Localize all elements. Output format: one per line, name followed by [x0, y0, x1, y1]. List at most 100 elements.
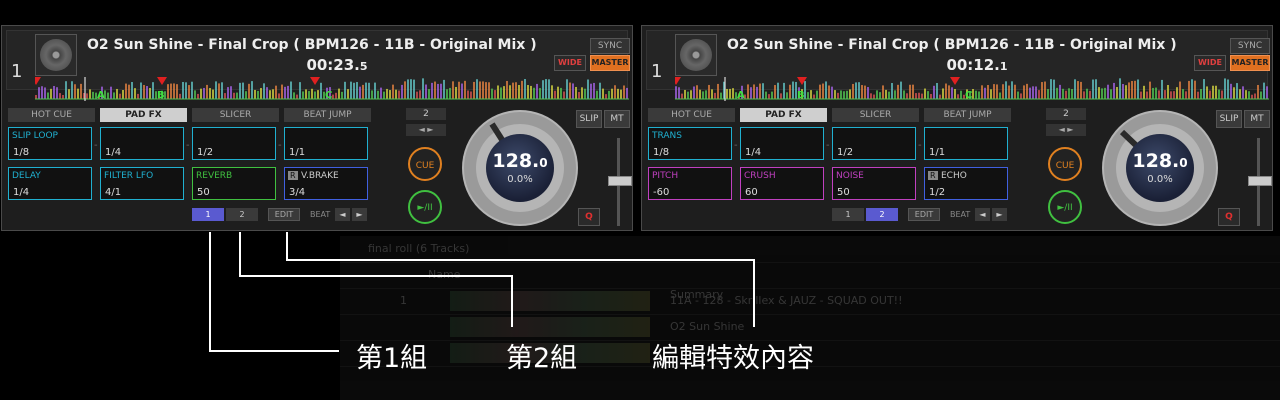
- pad-3[interactable]: 1/2: [832, 127, 916, 160]
- pad-8[interactable]: R ECHO 1/2: [924, 167, 1008, 200]
- waveform-bar: [89, 89, 91, 99]
- waveform-bar: [488, 82, 490, 99]
- disc-icon: [680, 39, 712, 71]
- waveform-bar: [611, 88, 613, 99]
- waveform-bar: [314, 91, 316, 99]
- tab-beat-jump[interactable]: BEAT JUMP: [924, 108, 1011, 122]
- master-button[interactable]: MASTER: [590, 55, 630, 71]
- waveform-bar: [729, 88, 731, 99]
- play-pause-button[interactable]: ►/II: [408, 190, 442, 224]
- waveform-overview[interactable]: A B C: [671, 77, 1269, 101]
- waveform-bar: [825, 81, 827, 99]
- sync-button[interactable]: SYNC: [590, 38, 630, 54]
- waveform-bar: [440, 83, 442, 99]
- pad-bank-2-button[interactable]: 2: [866, 208, 898, 221]
- waveform-bar: [1146, 91, 1148, 99]
- pad-4[interactable]: 1/1: [924, 127, 1008, 160]
- waveform-bar: [401, 84, 403, 99]
- quantize-button[interactable]: Q: [578, 208, 600, 226]
- waveform-bar: [900, 81, 902, 99]
- waveform-bar: [1044, 81, 1046, 99]
- pad-2[interactable]: 1/4: [100, 127, 184, 160]
- loop-length[interactable]: 2: [406, 108, 446, 120]
- waveform-bar: [119, 93, 121, 99]
- master-tempo-button[interactable]: MT: [1244, 110, 1270, 128]
- pad-5[interactable]: PITCH -60: [648, 167, 732, 200]
- waveform-bar: [215, 81, 217, 99]
- pad-1[interactable]: SLIP LOOP 1/8: [8, 127, 92, 160]
- pad-7[interactable]: REVERB 50: [192, 167, 276, 200]
- waveform-bar: [449, 87, 451, 99]
- slip-button[interactable]: SLIP: [1216, 110, 1242, 128]
- tab-slicer[interactable]: SLICER: [832, 108, 919, 122]
- pad-6[interactable]: CRUSH 60: [740, 167, 824, 200]
- edit-button[interactable]: EDIT: [268, 208, 300, 221]
- pad-link: -: [186, 140, 190, 151]
- jog-wheel[interactable]: 128.0 0.0%: [462, 110, 578, 226]
- waveform-bar: [1200, 89, 1202, 99]
- pad-3[interactable]: 1/2: [192, 127, 276, 160]
- tempo-slider[interactable]: [608, 176, 632, 186]
- pad-value: 1/1: [929, 147, 946, 158]
- waveform-bar: [984, 87, 986, 99]
- pad-2[interactable]: 1/4: [740, 127, 824, 160]
- waveform-overview[interactable]: A B C: [31, 77, 629, 101]
- pad-4[interactable]: 1/1: [284, 127, 368, 160]
- pad-5[interactable]: DELAY 1/4: [8, 167, 92, 200]
- tab-pad-fx[interactable]: PAD FX: [100, 108, 187, 122]
- sync-button[interactable]: SYNC: [1230, 38, 1270, 54]
- pad-1[interactable]: TRANS 1/8: [648, 127, 732, 160]
- cue-button[interactable]: CUE: [408, 147, 442, 181]
- waveform-bar: [777, 82, 779, 99]
- beat-left-button[interactable]: ◄: [335, 208, 350, 221]
- waveform-bar: [909, 84, 911, 99]
- waveform-bar: [1203, 79, 1205, 99]
- pad-bank-1-button[interactable]: 1: [832, 208, 864, 221]
- waveform-bar: [849, 89, 851, 99]
- waveform-bar: [398, 90, 400, 99]
- waveform-bar: [1257, 84, 1259, 99]
- waveform-bar: [1221, 90, 1223, 99]
- pad-bank-2-button[interactable]: 2: [226, 208, 258, 221]
- waveform-bar: [44, 87, 46, 99]
- pad-6[interactable]: FILTER LFO 4/1: [100, 167, 184, 200]
- waveform-bar: [50, 88, 52, 99]
- pad-bank-1-button[interactable]: 1: [192, 208, 224, 221]
- quantize-button[interactable]: Q: [1218, 208, 1240, 226]
- play-pause-button[interactable]: ►/II: [1048, 190, 1082, 224]
- loop-adjust-buttons[interactable]: ◄ ►: [406, 124, 446, 136]
- waveform-bar: [813, 94, 815, 99]
- waveform-bar: [503, 86, 505, 99]
- loop-length[interactable]: 2: [1046, 108, 1086, 120]
- cue-button[interactable]: CUE: [1048, 147, 1082, 181]
- jog-wheel[interactable]: 128.0 0.0%: [1102, 110, 1218, 226]
- pad-7[interactable]: NOISE 50: [832, 167, 916, 200]
- edit-button[interactable]: EDIT: [908, 208, 940, 221]
- waveform-bar: [617, 88, 619, 99]
- beat-right-button[interactable]: ►: [352, 208, 367, 221]
- waveform-bar: [578, 91, 580, 99]
- tab-slicer[interactable]: SLICER: [192, 108, 279, 122]
- waveform-bar: [209, 88, 211, 99]
- waveform-bar: [554, 90, 556, 99]
- master-tempo-button[interactable]: MT: [604, 110, 630, 128]
- waveform-bar: [254, 89, 256, 99]
- pad-link: -: [94, 140, 98, 151]
- beat-right-button[interactable]: ►: [992, 208, 1007, 221]
- waveform-bar: [747, 84, 749, 99]
- tab-pad-fx[interactable]: PAD FX: [740, 108, 827, 122]
- tab-hot-cue[interactable]: HOT CUE: [648, 108, 735, 122]
- waveform-bar: [557, 86, 559, 99]
- waveform-bar: [1038, 90, 1040, 99]
- tab-hot-cue[interactable]: HOT CUE: [8, 108, 95, 122]
- master-button[interactable]: MASTER: [1230, 55, 1270, 71]
- pad-8[interactable]: R V.BRAKE 3/4: [284, 167, 368, 200]
- tab-beat-jump[interactable]: BEAT JUMP: [284, 108, 371, 122]
- beat-left-button[interactable]: ◄: [975, 208, 990, 221]
- waveform-bar: [870, 93, 872, 99]
- tempo-slider[interactable]: [1248, 176, 1272, 186]
- slip-button[interactable]: SLIP: [576, 110, 602, 128]
- library-row[interactable]: 1 11A - 128 - Skrillex & JAUZ - SQUAD OU…: [340, 288, 1280, 315]
- waveform-bar: [434, 81, 436, 99]
- loop-adjust-buttons[interactable]: ◄ ►: [1046, 124, 1086, 136]
